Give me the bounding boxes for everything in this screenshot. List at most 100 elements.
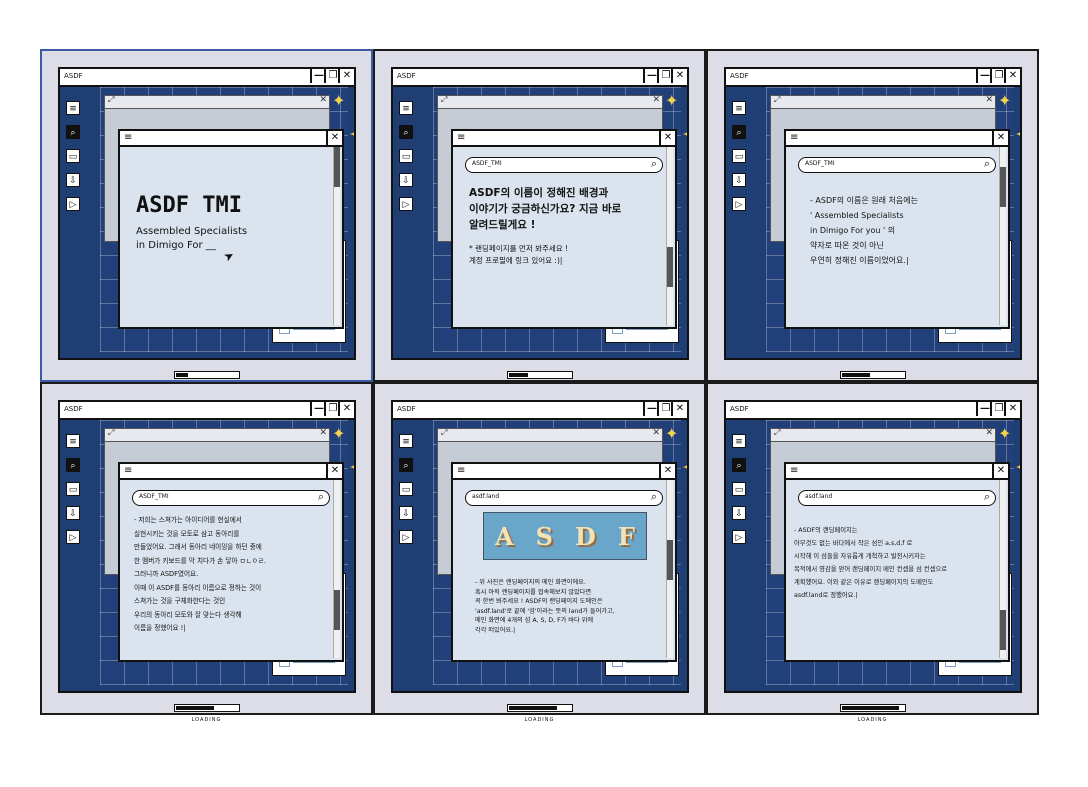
search-icon[interactable]: ⌕ <box>651 490 657 504</box>
menu-icon[interactable]: ≡ <box>66 434 80 448</box>
main-close-button[interactable]: ✕ <box>992 131 1008 145</box>
folder-icon[interactable]: ▭ <box>732 149 746 163</box>
play-icon[interactable]: ▷ <box>399 530 413 544</box>
play-icon[interactable]: ▷ <box>732 197 746 211</box>
scroll-thumb[interactable] <box>334 147 340 187</box>
search-input[interactable]: asdf.land ⌕ <box>798 490 996 506</box>
scrollbar[interactable] <box>999 147 1006 325</box>
loading-fill <box>175 706 214 710</box>
search-icon[interactable]: ⌕ <box>732 458 746 472</box>
scrollbar[interactable] <box>999 480 1006 658</box>
search-icon[interactable]: ⌕ <box>399 125 413 139</box>
star-icon: ✦ <box>1014 456 1020 481</box>
search-input[interactable]: ASDF_TMI ⌕ <box>465 157 663 173</box>
loading-bar <box>506 371 573 379</box>
close-button[interactable]: ✕ <box>1004 69 1020 83</box>
menu-icon[interactable]: ≡ <box>399 101 413 115</box>
play-icon[interactable]: ▷ <box>732 530 746 544</box>
loading-bar <box>839 371 906 379</box>
back-close-icon[interactable]: ✕ <box>652 95 660 105</box>
main-close-button[interactable]: ✕ <box>659 131 675 145</box>
expand-icon[interactable]: ⤢ <box>108 428 114 438</box>
folder-icon[interactable]: ▭ <box>66 149 80 163</box>
main-close-button[interactable]: ✕ <box>326 131 342 145</box>
scrollbar[interactable] <box>333 147 340 325</box>
main-close-button[interactable]: ✕ <box>992 464 1008 478</box>
folder-icon[interactable]: ▭ <box>399 149 413 163</box>
close-button[interactable]: ✕ <box>338 402 354 416</box>
hamburger-icon[interactable]: ≡ <box>124 465 132 477</box>
folder-icon[interactable]: ▭ <box>66 482 80 496</box>
search-icon[interactable]: ⌕ <box>732 125 746 139</box>
main-close-button[interactable]: ✕ <box>326 464 342 478</box>
download-icon[interactable]: ⇩ <box>399 506 413 520</box>
search-icon[interactable]: ⌕ <box>651 157 657 171</box>
hamburger-icon[interactable]: ≡ <box>790 132 798 144</box>
folder-icon[interactable]: ▭ <box>399 482 413 496</box>
search-icon[interactable]: ⌕ <box>984 157 990 171</box>
download-icon[interactable]: ⇩ <box>732 506 746 520</box>
expand-icon[interactable]: ⤢ <box>108 95 114 105</box>
scroll-thumb[interactable] <box>1000 167 1006 207</box>
search-input[interactable]: asdf.land ⌕ <box>465 490 663 506</box>
search-icon[interactable]: ⌕ <box>66 458 80 472</box>
hamburger-icon[interactable]: ≡ <box>457 132 465 144</box>
play-icon[interactable]: ▷ <box>66 530 80 544</box>
menu-icon[interactable]: ≡ <box>66 101 80 115</box>
search-icon[interactable]: ⌕ <box>66 125 80 139</box>
scroll-thumb[interactable] <box>667 247 673 287</box>
back-close-icon[interactable]: ✕ <box>319 95 327 105</box>
back-close-icon[interactable]: ✕ <box>652 428 660 438</box>
tmi-text: - ASDF의 이름은 원래 처음에는 ' Assembled Speciali… <box>810 196 918 265</box>
menu-icon[interactable]: ≡ <box>399 434 413 448</box>
close-button[interactable]: ✕ <box>671 402 687 416</box>
close-button[interactable]: ✕ <box>1004 402 1020 416</box>
download-icon[interactable]: ⇩ <box>66 506 80 520</box>
search-input[interactable]: ASDF_TMI ⌕ <box>132 490 330 506</box>
search-query: ASDF_TMI <box>139 493 169 500</box>
expand-icon[interactable]: ⤢ <box>441 428 447 438</box>
hamburger-icon[interactable]: ≡ <box>124 132 132 144</box>
expand-icon[interactable]: ⤢ <box>441 95 447 105</box>
star-icon: ✦ <box>998 424 1012 443</box>
back-close-icon[interactable]: ✕ <box>985 95 993 105</box>
search-icon[interactable]: ⌕ <box>318 490 324 504</box>
search-icon[interactable]: ⌕ <box>984 490 990 504</box>
back-close-icon[interactable]: ✕ <box>985 428 993 438</box>
loading-indicator: LOADING <box>708 697 1037 723</box>
scrollbar[interactable] <box>666 147 673 325</box>
menu-icon[interactable]: ≡ <box>732 101 746 115</box>
close-button[interactable]: ✕ <box>338 69 354 83</box>
main-window: ≡ ✕ asdf.land ⌕ - ASDF의 랜딩페이지는 아무것도 없는 바… <box>784 462 1010 662</box>
search-icon[interactable]: ⌕ <box>399 458 413 472</box>
back-close-icon[interactable]: ✕ <box>319 428 327 438</box>
play-icon[interactable]: ▷ <box>66 197 80 211</box>
hamburger-icon[interactable]: ≡ <box>457 465 465 477</box>
scrollbar[interactable] <box>666 480 673 658</box>
search-input[interactable]: ASDF_TMI ⌕ <box>798 157 996 173</box>
sidebar: ≡ ⌕ ▭ ⇩ ▷ <box>64 95 88 221</box>
sidebar: ≡ ⌕ ▭ ⇩ ▷ <box>730 428 754 554</box>
scrollbar[interactable] <box>333 480 340 658</box>
expand-icon[interactable]: ⤢ <box>774 428 780 438</box>
loading-fill <box>175 373 189 377</box>
folder-icon[interactable]: ▭ <box>732 482 746 496</box>
scroll-thumb[interactable] <box>334 590 340 630</box>
download-icon[interactable]: ⇩ <box>732 173 746 187</box>
panel-4: ASDF — ❐ ✕ ≡ ⌕ ▭ ⇩ ▷ ⤢ ✕ ✦ ✦ <box>40 382 373 723</box>
menu-icon[interactable]: ≡ <box>732 434 746 448</box>
close-button[interactable]: ✕ <box>671 69 687 83</box>
panel-1: ASDF — ❐ ✕ ≡ ⌕ ▭ ⇩ ▷ ⤢ ✕ ✦ ✦ <box>40 49 373 390</box>
back-window-bar: ⤢ ✕ <box>771 95 995 109</box>
scroll-thumb[interactable] <box>1000 610 1006 650</box>
play-icon[interactable]: ▷ <box>399 197 413 211</box>
download-icon[interactable]: ⇩ <box>399 173 413 187</box>
scroll-thumb[interactable] <box>667 540 673 580</box>
window-title: ASDF <box>730 72 749 80</box>
download-icon[interactable]: ⇩ <box>66 173 80 187</box>
hamburger-icon[interactable]: ≡ <box>790 465 798 477</box>
search-query: asdf.land <box>805 493 833 500</box>
back-window-bar: ⤢ ✕ <box>105 428 329 442</box>
expand-icon[interactable]: ⤢ <box>774 95 780 105</box>
main-close-button[interactable]: ✕ <box>659 464 675 478</box>
